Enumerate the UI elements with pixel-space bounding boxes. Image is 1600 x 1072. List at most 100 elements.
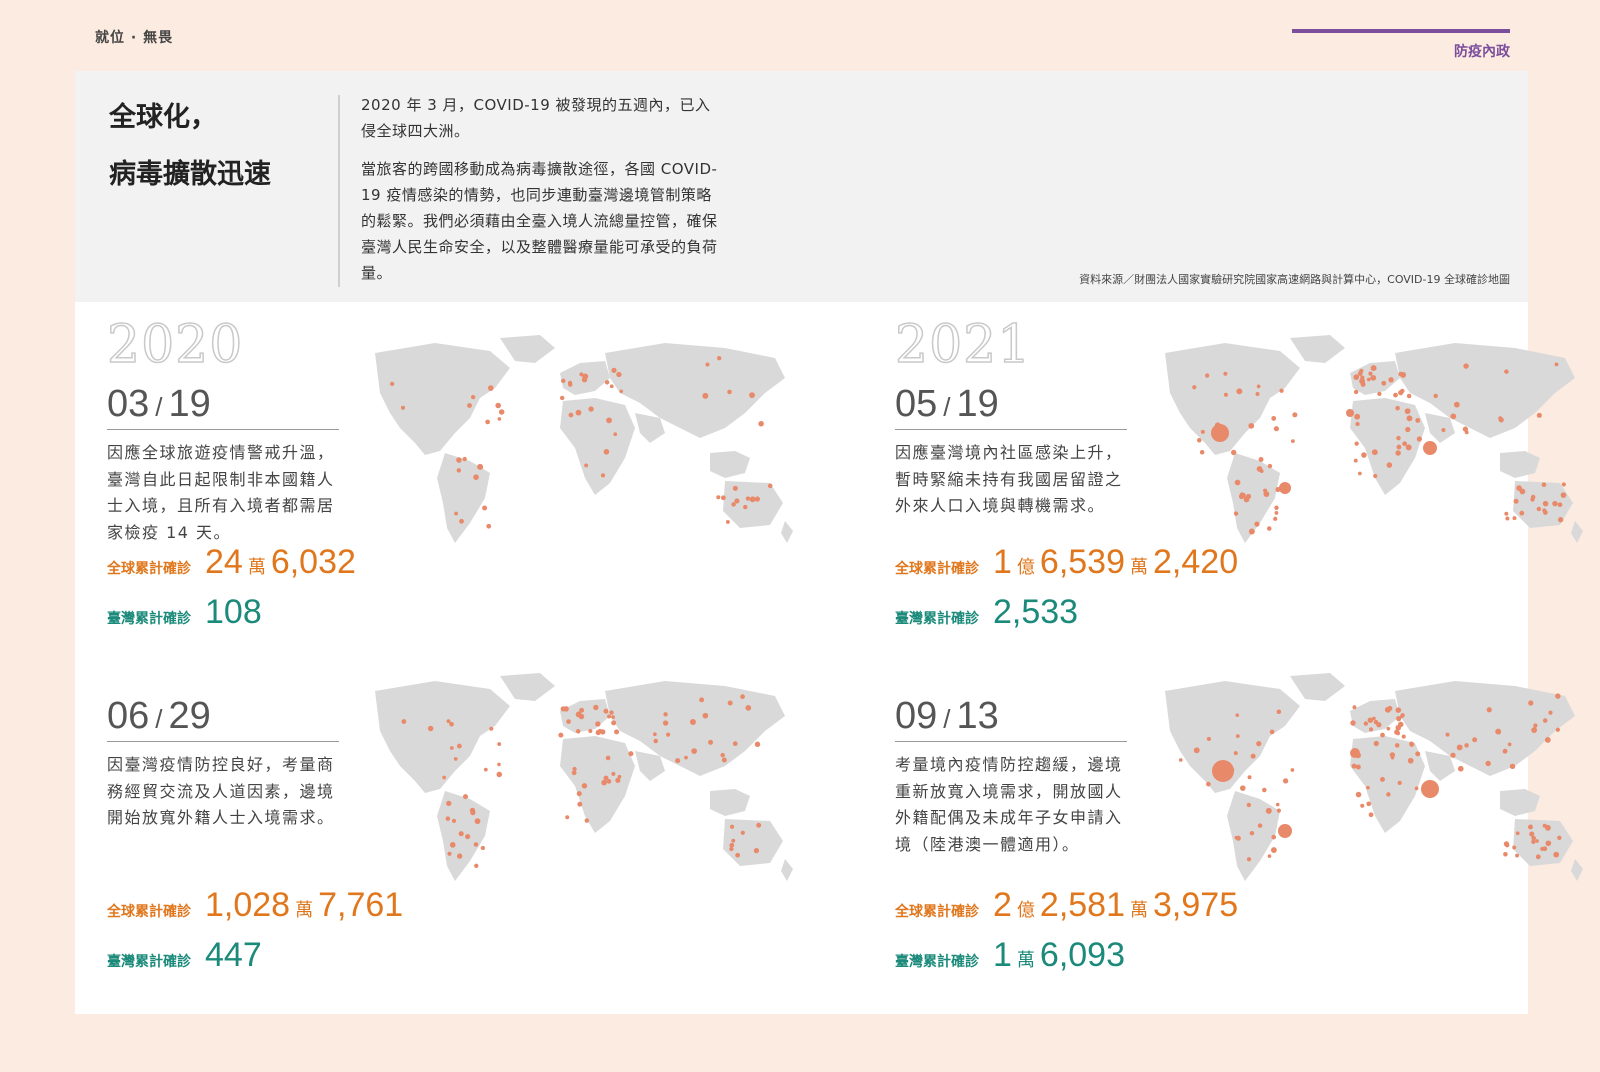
case-dot <box>1279 388 1284 393</box>
unit-wan: 萬 <box>247 557 266 578</box>
case-dot <box>613 432 618 437</box>
case-dot <box>1464 743 1469 748</box>
case-dot <box>729 824 735 829</box>
case-dot <box>1531 727 1538 734</box>
case-dot <box>1558 517 1564 523</box>
case-dot <box>568 382 573 387</box>
taiwan-cases-label: 臺灣累計確診 <box>895 611 979 627</box>
case-dot <box>1367 717 1374 723</box>
case-dot <box>1387 705 1393 711</box>
landmass <box>1165 343 1300 455</box>
case-dot <box>1248 422 1255 429</box>
global-yi-value: 2 <box>993 886 1012 924</box>
case-dot <box>1394 743 1400 748</box>
world-map-0319 <box>375 335 793 543</box>
case-dot <box>1386 726 1391 731</box>
case-dot <box>1561 482 1566 487</box>
case-dot <box>1366 801 1372 807</box>
case-dot <box>1463 363 1469 369</box>
case-dot <box>575 729 581 734</box>
case-dot <box>1397 780 1402 785</box>
case-dot <box>584 818 590 823</box>
case-dot <box>702 392 709 399</box>
case-dot <box>459 518 464 524</box>
case-dot <box>446 719 451 724</box>
landmass <box>1290 673 1345 701</box>
case-dot <box>1504 369 1509 374</box>
case-dot <box>1406 393 1412 399</box>
year-label-2021: 2021 <box>894 314 1032 376</box>
case-dot <box>497 742 502 746</box>
case-dot <box>1230 449 1237 456</box>
case-dot <box>1531 839 1536 845</box>
date-underline <box>895 741 1127 742</box>
global-wan-value: 6,539 <box>1039 543 1126 581</box>
case-dot <box>605 755 611 761</box>
intro-divider <box>338 95 340 287</box>
event-description-0629: 因臺灣疫情防控良好，考量商務經貿交流及人道因素，邊境開始放寬外籍人士入境需求。 <box>107 755 335 827</box>
date-month: 06 <box>107 695 150 737</box>
case-dot <box>756 822 762 828</box>
landmass <box>375 343 510 455</box>
taiwan-cases-0913: 臺灣累計確診 1 萬 6,093 <box>895 936 1125 975</box>
case-dot <box>1386 462 1393 468</box>
taiwan-rest-value: 108 <box>205 593 262 631</box>
case-dot <box>595 721 601 727</box>
case-dot <box>1415 418 1421 423</box>
landmass <box>560 398 635 495</box>
intro-paragraph-1: 2020 年 3 月，COVID-19 被發現的五週內，已入侵全球四大洲。 <box>361 96 711 140</box>
case-dot <box>1416 436 1422 442</box>
global-rest-value: 6,032 <box>270 543 356 581</box>
landmass <box>375 681 510 793</box>
case-dot <box>1512 845 1517 850</box>
case-dot <box>628 751 634 757</box>
global-cases-0629: 全球累計確診 1,028 萬 7,761 <box>107 886 403 925</box>
case-dot <box>582 373 589 380</box>
case-dot <box>489 726 494 731</box>
case-dot <box>1399 388 1405 394</box>
case-dot <box>483 767 488 772</box>
case-dot <box>717 355 722 361</box>
case-dot <box>1274 511 1279 515</box>
case-dot <box>1247 775 1252 780</box>
case-dot <box>458 831 464 837</box>
global-wan-value: 2,581 <box>1039 886 1126 924</box>
source-note: 資料來源／財團法人國家實驗研究院國家高速網路與計算中心，COVID-19 全球確… <box>1079 273 1510 286</box>
case-dot <box>401 719 407 724</box>
case-dot <box>571 770 577 776</box>
case-dot <box>1504 511 1509 516</box>
landmass <box>781 521 793 543</box>
case-dot <box>497 417 502 421</box>
case-dot <box>446 800 452 807</box>
landmass <box>1350 736 1425 833</box>
case-dot <box>740 694 745 700</box>
case-dot <box>1536 506 1542 512</box>
case-dot <box>732 741 738 747</box>
case-dot <box>454 511 458 516</box>
case-dot <box>1472 737 1478 743</box>
case-dot <box>1249 830 1255 836</box>
section-category: 防疫內政 <box>1454 44 1510 60</box>
case-dot <box>467 403 472 408</box>
case-dot <box>1256 384 1261 389</box>
case-dot <box>1223 392 1228 397</box>
case-dot <box>1409 741 1414 747</box>
case-dot <box>716 495 721 500</box>
date-slash: / <box>943 392 951 422</box>
global-wan-value: 24 <box>205 543 243 581</box>
date-slash: / <box>155 704 163 734</box>
case-dot <box>1376 722 1382 728</box>
case-dot <box>1266 526 1272 531</box>
case-dot <box>1519 510 1525 516</box>
case-dot <box>566 719 571 724</box>
case-dot <box>720 495 726 501</box>
case-dot <box>1396 716 1402 722</box>
case-dot <box>619 389 624 394</box>
case-dot <box>729 842 735 848</box>
case-dot <box>1414 786 1419 791</box>
case-dot <box>1555 727 1560 732</box>
case-dot <box>487 385 494 391</box>
case-dot <box>498 409 505 415</box>
case-dot <box>575 409 582 416</box>
case-dot <box>1256 741 1262 747</box>
